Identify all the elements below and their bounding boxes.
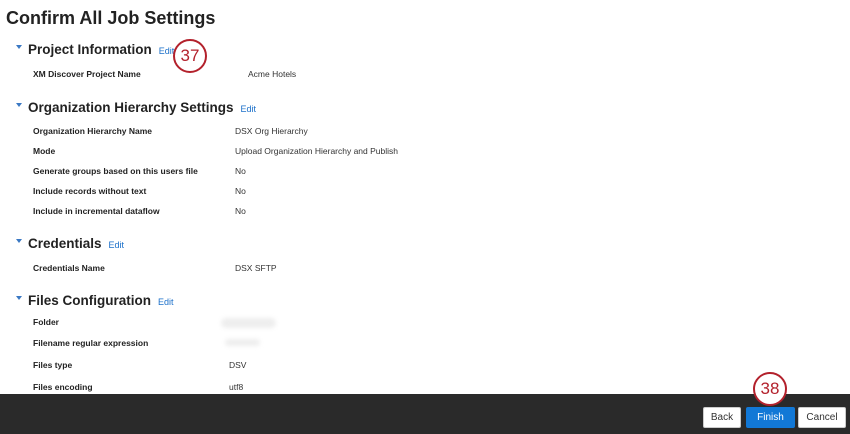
section-heading: Organization Hierarchy Settings (28, 100, 234, 115)
section-credentials: Credentials Edit (16, 236, 124, 251)
settings-row: XM Discover Project Name Acme Hotels (33, 69, 733, 81)
section-heading: Files Configuration (28, 293, 151, 308)
finish-button[interactable]: Finish (746, 407, 795, 428)
settings-row: Files encoding utf8 (33, 382, 733, 394)
blurred-value (225, 339, 260, 346)
step-badge-38: 38 (753, 372, 787, 406)
settings-row: Mode Upload Organization Hierarchy and Pu… (33, 146, 733, 158)
settings-row: Include records without text No (33, 186, 733, 198)
row-label: Files type (33, 360, 73, 370)
row-value: No (235, 186, 246, 196)
edit-link[interactable]: Edit (159, 46, 175, 56)
row-label: Organization Hierarchy Name (33, 126, 153, 136)
row-label: Credentials Name (33, 263, 105, 273)
row-value: Upload Organization Hierarchy and Publis… (235, 146, 399, 156)
section-heading: Project Information (28, 42, 152, 57)
settings-row: Files type DSV (33, 360, 733, 372)
footer-bar: Back Finish Cancel (0, 394, 850, 434)
row-value: Acme Hotels (248, 69, 297, 79)
row-label: Folder (33, 317, 59, 327)
row-label: Generate groups based on this users file (33, 166, 198, 176)
back-button[interactable]: Back (703, 407, 741, 428)
row-value: utf8 (229, 382, 244, 392)
section-project-information: Project Information Edit (16, 42, 174, 57)
step-badge-37: 37 (173, 39, 207, 73)
row-value: DSX SFTP (235, 263, 277, 273)
settings-row: Include in incremental dataflow No (33, 206, 733, 218)
row-label: Files encoding (33, 382, 93, 392)
row-label: Mode (33, 146, 56, 156)
collapse-triangle-icon[interactable] (16, 45, 22, 49)
edit-link[interactable]: Edit (109, 240, 125, 250)
row-value: DSX Org Hierarchy (235, 126, 308, 136)
settings-row: Credentials Name DSX SFTP (33, 263, 733, 275)
edit-link[interactable]: Edit (158, 297, 174, 307)
row-value: No (235, 206, 246, 216)
row-value: DSV (229, 360, 247, 370)
collapse-triangle-icon[interactable] (16, 239, 22, 243)
settings-row: Filename regular expression (33, 338, 733, 350)
section-heading: Credentials (28, 236, 102, 251)
section-organization-hierarchy: Organization Hierarchy Settings Edit (16, 100, 256, 115)
row-label: XM Discover Project Name (33, 69, 141, 79)
collapse-triangle-icon[interactable] (16, 296, 22, 300)
settings-row: Folder (33, 317, 733, 329)
settings-row: Generate groups based on this users file… (33, 166, 733, 178)
blurred-value (221, 318, 276, 328)
row-label: Filename regular expression (33, 338, 149, 348)
cancel-button[interactable]: Cancel (798, 407, 846, 428)
edit-link[interactable]: Edit (241, 104, 257, 114)
row-value: No (235, 166, 246, 176)
collapse-triangle-icon[interactable] (16, 103, 22, 107)
settings-row: Organization Hierarchy Name DSX Org Hiera… (33, 126, 733, 138)
page-title: Confirm All Job Settings (6, 8, 216, 28)
row-label: Include records without text (33, 186, 147, 196)
section-files-configuration: Files Configuration Edit (16, 293, 174, 308)
row-label: Include in incremental dataflow (33, 206, 160, 216)
